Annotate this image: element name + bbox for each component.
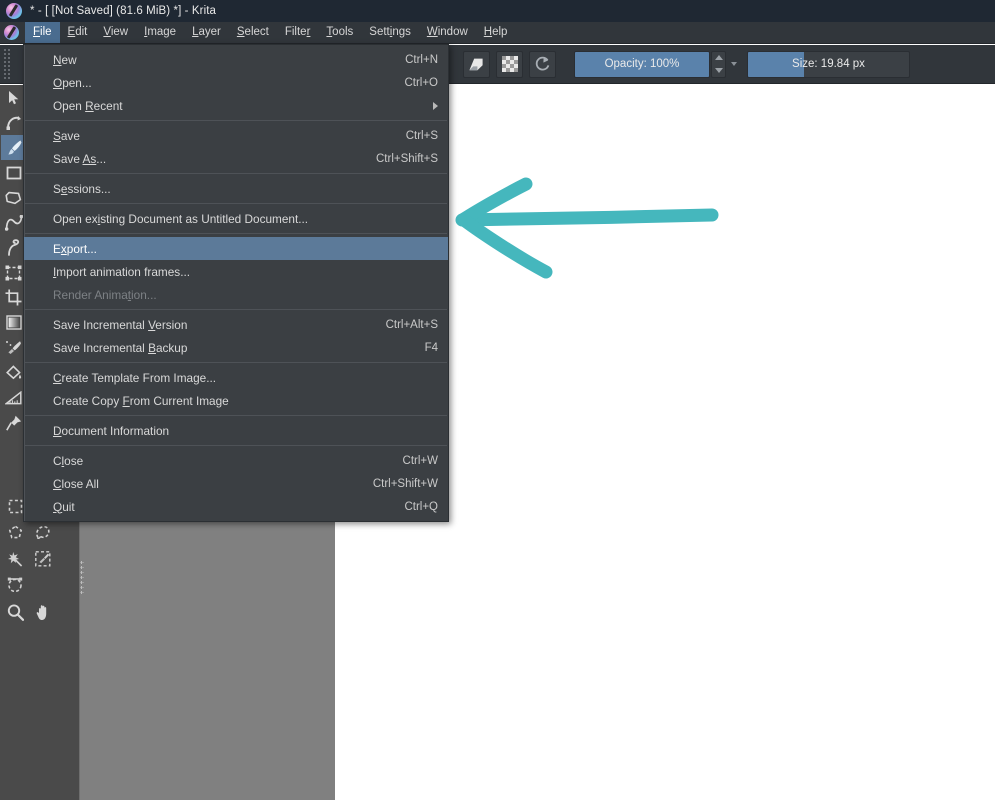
menu-item-label: Close	[53, 453, 84, 468]
menu-item-label: Save	[53, 128, 80, 143]
similar-color-selection-tool[interactable]	[30, 546, 56, 571]
checkerboard-icon	[501, 56, 518, 72]
menu-item-open[interactable]: Open... Ctrl+O	[24, 71, 448, 94]
menu-file[interactable]: File	[25, 22, 60, 43]
submenu-caret-icon	[433, 101, 438, 110]
magic-wand-selection-tool[interactable]	[2, 546, 28, 571]
krita-application-window: Opacity: 100% Size: 19.84 px * - [ [Not …	[0, 0, 995, 800]
reload-icon	[535, 56, 550, 70]
menu-item-new[interactable]: New Ctrl+N	[24, 48, 448, 71]
reload-preset-button[interactable]	[529, 50, 556, 78]
menu-item-close-all[interactable]: Close All Ctrl+Shift+W	[24, 472, 448, 495]
menu-filter[interactable]: Filter	[277, 22, 319, 43]
spinner-down-icon[interactable]	[714, 67, 723, 73]
menu-item-save[interactable]: Save Ctrl+S	[24, 124, 448, 147]
menu-bar: File Edit View Image Layer Select Filter…	[0, 22, 995, 44]
spinner-up-icon[interactable]	[714, 55, 723, 61]
krita-menu-logo-icon[interactable]	[4, 25, 19, 40]
menu-window[interactable]: Window	[419, 22, 476, 43]
menu-item-sessions[interactable]: Sessions...	[24, 177, 448, 200]
menu-tools[interactable]: Tools	[318, 22, 361, 43]
menu-item-label: Quit	[53, 499, 75, 514]
menu-item-shortcut: Ctrl+Shift+W	[372, 477, 438, 490]
menu-item-render-animation: Render Animation...	[24, 283, 448, 306]
menu-item-label: Create Template From Image...	[53, 370, 217, 385]
menu-edit[interactable]: Edit	[60, 22, 96, 43]
toolbox-view-tools	[2, 600, 56, 625]
menu-item-label: Export...	[53, 241, 97, 256]
menu-item-label: Open Recent	[53, 98, 123, 113]
menu-item-label: Save Incremental Version	[53, 317, 188, 332]
menu-separator	[25, 233, 447, 234]
eraser-toggle-button[interactable]	[463, 50, 490, 78]
opacity-spinner[interactable]	[711, 50, 726, 78]
menu-item-label: Render Animation...	[53, 287, 157, 302]
preserve-alpha-button[interactable]	[496, 50, 523, 78]
menu-item-label: Document Information	[53, 423, 170, 438]
menu-separator	[25, 415, 447, 416]
size-slider[interactable]: Size: 19.84 px	[747, 50, 910, 78]
menu-settings[interactable]: Settings	[361, 22, 419, 43]
panel-drag-handle[interactable]	[80, 560, 84, 596]
menu-separator	[25, 445, 447, 446]
menu-item-label: Import animation frames...	[53, 264, 191, 279]
menu-image[interactable]: Image	[136, 22, 184, 43]
menu-item-document-information[interactable]: Document Information	[24, 419, 448, 442]
menu-item-label: Sessions...	[53, 181, 111, 196]
menu-separator	[25, 362, 447, 363]
menu-item-shortcut: Ctrl+Alt+S	[385, 318, 438, 331]
menu-item-shortcut: F4	[424, 341, 438, 354]
menu-item-shortcut: Ctrl+Q	[404, 500, 438, 513]
menu-item-create-template-from-image[interactable]: Create Template From Image...	[24, 366, 448, 389]
pan-hand-tool[interactable]	[30, 600, 56, 625]
menu-select[interactable]: Select	[229, 22, 277, 43]
menu-item-save-as[interactable]: Save As... Ctrl+Shift+S	[24, 147, 448, 170]
hand-drawn-left-arrow-icon	[455, 177, 719, 279]
menu-separator	[25, 203, 447, 204]
menu-item-shortcut: Ctrl+W	[402, 454, 438, 467]
menu-separator	[25, 120, 447, 121]
menu-item-save-incremental-version[interactable]: Save Incremental Version Ctrl+Alt+S	[24, 313, 448, 336]
menu-item-label: Open...	[53, 75, 92, 90]
size-slider-label: Size: 19.84 px	[792, 58, 865, 70]
opacity-options-chevron-icon[interactable]	[731, 62, 737, 66]
menu-item-save-incremental-backup[interactable]: Save Incremental Backup F4	[24, 336, 448, 359]
menu-item-label: Save Incremental Backup	[53, 340, 188, 355]
menu-item-shortcut: Ctrl+O	[404, 76, 438, 89]
menu-view[interactable]: View	[95, 22, 136, 43]
menu-item-label: New	[53, 52, 77, 67]
menu-item-create-copy-from-current-image[interactable]: Create Copy From Current Image	[24, 389, 448, 412]
window-title: * - [ [Not Saved] (81.6 MiB) *] - Krita	[30, 5, 217, 17]
menu-item-shortcut: Ctrl+S	[405, 129, 438, 142]
menu-layer[interactable]: Layer	[184, 22, 229, 43]
polygonal-selection-tool[interactable]	[2, 520, 28, 545]
toolbar-drag-handle[interactable]	[2, 49, 12, 79]
menu-item-shortcut: Ctrl+Shift+S	[376, 152, 438, 165]
menu-item-import-animation-frames[interactable]: Import animation frames...	[24, 260, 448, 283]
menu-item-close[interactable]: Close Ctrl+W	[24, 449, 448, 472]
menu-item-label: Create Copy From Current Image	[53, 393, 229, 408]
document-grey-region[interactable]	[79, 474, 335, 800]
menu-item-quit[interactable]: Quit Ctrl+Q	[24, 495, 448, 518]
menu-separator	[25, 173, 447, 174]
eraser-icon	[469, 58, 483, 70]
freehand-lasso-selection-tool[interactable]	[30, 520, 56, 545]
menu-separator	[25, 309, 447, 310]
bezier-curve-selection-tool[interactable]	[2, 572, 28, 597]
menu-item-label: Close All	[53, 476, 99, 491]
menu-help[interactable]: Help	[476, 22, 516, 43]
menu-item-label: Open existing Document as Untitled Docum…	[53, 211, 309, 226]
menu-item-label: Save As...	[53, 151, 107, 166]
menu-item-open-existing-as-untitled[interactable]: Open existing Document as Untitled Docum…	[24, 207, 448, 230]
title-bar: * - [ [Not Saved] (81.6 MiB) *] - Krita	[0, 0, 995, 22]
menu-item-shortcut: Ctrl+N	[405, 53, 438, 66]
menu-item-export[interactable]: Export...	[24, 237, 448, 260]
menu-item-open-recent[interactable]: Open Recent	[24, 94, 448, 117]
opacity-slider[interactable]: Opacity: 100%	[574, 50, 710, 78]
file-menu-popup: New Ctrl+N Open... Ctrl+O Open Recent Sa…	[23, 44, 449, 522]
zoom-tool[interactable]	[2, 600, 28, 625]
krita-logo-icon	[6, 3, 22, 19]
opacity-slider-label: Opacity: 100%	[604, 58, 680, 70]
